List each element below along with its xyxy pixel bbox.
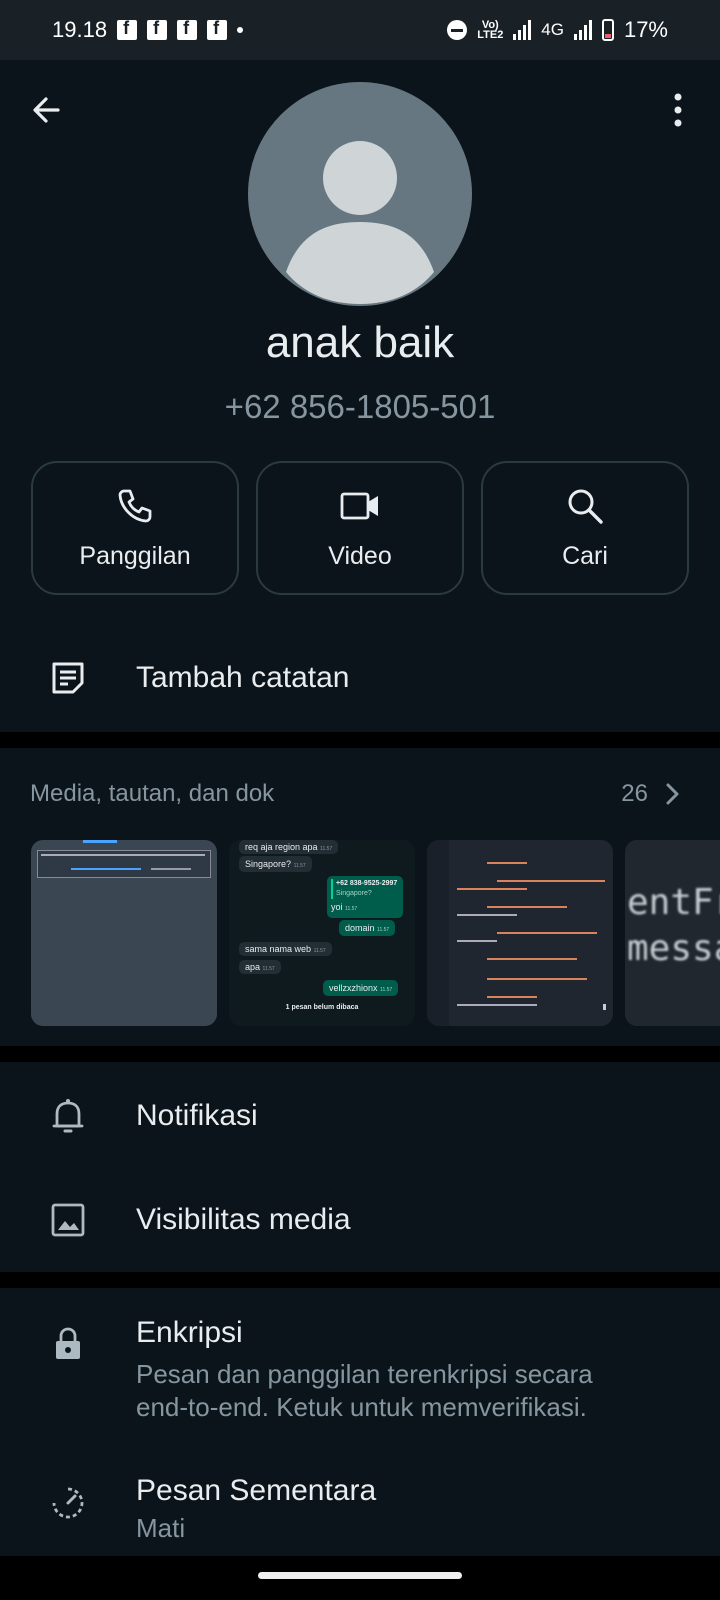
chat-message: yoi — [331, 902, 343, 912]
status-time: 19.18 — [52, 17, 108, 42]
call-button-label: Panggilan — [79, 541, 191, 570]
message-time: 11.57 — [262, 966, 275, 972]
more-notifications-icon — [237, 27, 244, 33]
disappearing-messages-title: Pesan Sementara — [136, 1474, 377, 1507]
contact-phone: +62 856-1805-501 — [224, 388, 496, 425]
chevron-right-icon — [666, 783, 679, 805]
media-count: 26 — [621, 780, 648, 807]
quoted-phone: +62 838-9525-2997 — [336, 880, 398, 887]
volte-label: Vo) LTE2 — [477, 19, 504, 41]
encryption-title: Enkripsi — [136, 1316, 243, 1349]
zoomed-text: entFr messa — [627, 882, 720, 969]
divider — [0, 732, 720, 748]
message-time: 11.57 — [377, 927, 390, 933]
message-time: 11.57 — [380, 987, 393, 993]
message-time: 11.57 — [320, 846, 333, 852]
notifications-row[interactable]: Notifikasi — [0, 1062, 720, 1170]
action-buttons: Panggilan Video Cari — [31, 461, 689, 595]
message-time: 11.57 — [293, 863, 306, 869]
encryption-subtitle: Pesan dan panggilan terenkripsi secara e… — [136, 1359, 593, 1422]
video-button[interactable]: Video — [256, 461, 464, 595]
video-button-label: Video — [328, 541, 392, 570]
signal-icon — [513, 20, 532, 40]
network-type: 4G — [541, 20, 564, 39]
media-thumbnail[interactable]: entFr messa — [625, 840, 720, 1026]
quoted-message: Singapore? — [336, 890, 372, 897]
back-arrow-icon[interactable] — [28, 92, 64, 128]
navigation-bar — [0, 1556, 720, 1600]
add-note-label: Tambah catatan — [136, 661, 350, 694]
call-button[interactable]: Panggilan — [31, 461, 239, 595]
divider — [0, 1046, 720, 1062]
media-thumbnail[interactable] — [31, 840, 217, 1026]
chat-message: Singapore? — [245, 859, 292, 869]
disappearing-messages-subtitle: Mati — [136, 1513, 186, 1543]
contact-name: anak baik — [265, 318, 455, 367]
unread-banner: 1 pesan belum dibaca — [285, 1004, 359, 1011]
divider — [0, 1272, 720, 1288]
media-thumbnails: req aja region apa 11.57 Singapore? 11.5… — [31, 840, 720, 1026]
battery-percent: 17% — [623, 17, 668, 42]
media-thumbnail[interactable] — [427, 840, 613, 1026]
avatar[interactable] — [248, 82, 472, 306]
video-icon — [340, 492, 378, 519]
note-icon — [52, 662, 84, 694]
disappearing-messages-row[interactable]: Pesan Sementara Mati — [0, 1474, 720, 1554]
media-section: Media, tautan, dan dok 26 req aja region… — [0, 748, 720, 1046]
search-icon — [568, 489, 603, 524]
media-visibility-row[interactable]: Visibilitas media — [0, 1170, 720, 1270]
timer-icon — [52, 1487, 84, 1519]
search-button[interactable]: Cari — [481, 461, 689, 595]
media-visibility-label: Visibilitas media — [136, 1203, 351, 1236]
media-thumbnail[interactable]: req aja region apa 11.57 Singapore? 11.5… — [229, 840, 415, 1026]
signal-icon — [573, 20, 592, 40]
chat-message: req aja region apa — [245, 842, 318, 852]
facebook-notification-icon — [147, 18, 168, 40]
media-title: Media, tautan, dan dok — [30, 780, 275, 807]
chat-message: sama nama web — [245, 944, 312, 954]
home-indicator[interactable] — [258, 1572, 462, 1579]
image-icon — [51, 1203, 85, 1237]
media-header[interactable]: Media, tautan, dan dok 26 — [30, 780, 680, 808]
search-button-label: Cari — [562, 541, 608, 570]
add-note-row[interactable]: Tambah catatan — [0, 630, 720, 726]
notifications-label: Notifikasi — [136, 1099, 258, 1132]
chat-message: domain — [345, 923, 375, 933]
chat-message: vellzxzhionx — [329, 983, 378, 993]
message-time: 11.57 — [345, 906, 358, 912]
chat-message: apa — [245, 962, 261, 972]
facebook-notification-icon — [117, 18, 138, 40]
message-time: 11.57 — [313, 948, 326, 954]
encryption-row[interactable]: Enkripsi Pesan dan panggilan terenkripsi… — [0, 1316, 720, 1426]
lock-icon — [56, 1327, 80, 1359]
status-bar: 19.18 Vo) LTE2 4G 17% — [0, 0, 720, 60]
phone-icon — [118, 489, 152, 522]
more-options-icon[interactable] — [662, 92, 694, 128]
facebook-notification-icon — [177, 18, 198, 40]
bell-icon — [52, 1099, 84, 1133]
do-not-disturb-icon — [447, 20, 468, 40]
facebook-notification-icon — [207, 18, 228, 40]
battery-icon — [601, 19, 614, 41]
